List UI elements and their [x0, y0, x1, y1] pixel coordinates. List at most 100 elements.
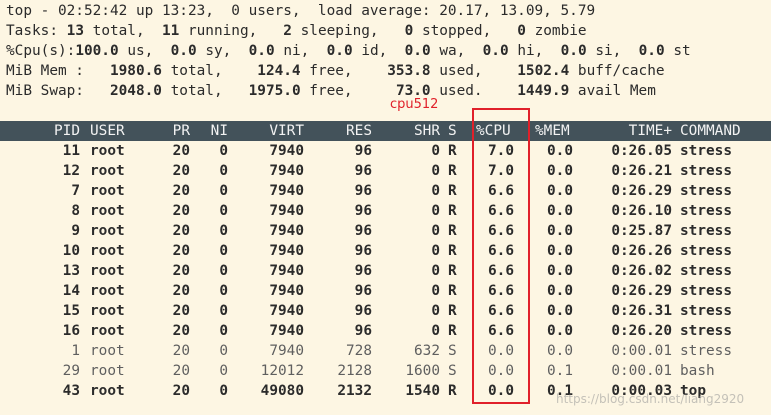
- cell-mem: 0.0: [547, 243, 573, 259]
- cell-shr: 1540: [405, 383, 440, 399]
- cell-mem: 0.0: [547, 263, 573, 279]
- mem-total-label: total,: [170, 63, 223, 79]
- col-mem[interactable]: %MEM: [535, 121, 585, 141]
- cell-priority: 20: [172, 163, 190, 179]
- cell-pid: 14: [62, 283, 80, 299]
- cell-priority: 20: [172, 343, 190, 359]
- cpu-us-label: us,: [127, 43, 154, 59]
- cell-shr: 0: [431, 263, 440, 279]
- cell-virt: 7940: [269, 203, 304, 219]
- cell-shr: 0: [431, 243, 440, 259]
- cell-time: 0:26.10: [611, 203, 672, 219]
- col-pr[interactable]: PR: [150, 121, 190, 141]
- cpu-label: %Cpu(s):: [6, 43, 76, 59]
- col-virt[interactable]: VIRT: [228, 121, 304, 141]
- mem-free-value: 124.4: [257, 63, 301, 79]
- mem-buff-value: 1502.4: [517, 63, 570, 79]
- cell-command: stress: [680, 143, 732, 159]
- cell-command: stress: [680, 283, 732, 299]
- cell-user: root: [90, 303, 125, 319]
- cpu-column-highlight-box: [472, 108, 530, 404]
- cell-priority: 20: [172, 323, 190, 339]
- col-pid[interactable]: PID: [0, 121, 80, 141]
- cell-mem: 0.0: [547, 223, 573, 239]
- cell-time: 0:26.05: [611, 143, 672, 159]
- swap-used-label: used.: [439, 83, 483, 99]
- process-row[interactable]: 16 root 20 0 7940 96 0 R 6.6 0.0 0:26.20 stress: [0, 321, 771, 341]
- cell-state: R: [448, 243, 457, 259]
- process-row[interactable]: 10 root 20 0 7940 96 0 R 6.6 0.0 0:26.26 stress: [0, 241, 771, 261]
- col-user[interactable]: USER: [90, 121, 150, 141]
- cpu-sy-label: sy,: [205, 43, 232, 59]
- tasks-running-label: running,: [187, 23, 258, 39]
- cell-nice: 0: [219, 283, 228, 299]
- cpu-st-label: st: [673, 43, 691, 59]
- mem-free-label: free,: [309, 63, 353, 79]
- process-row[interactable]: 29 root 20 0 12012 2128 1600 S 0.0 0.1 0:00.01 bash: [0, 361, 771, 381]
- cpu-wa-value: 0.0: [404, 43, 431, 59]
- process-row[interactable]: 7 root 20 0 7940 96 0 R 6.6 0.0 0:26.29 stress: [0, 181, 771, 201]
- cell-res: 96: [354, 203, 372, 219]
- col-ni[interactable]: NI: [190, 121, 228, 141]
- cell-pid: 11: [62, 143, 80, 159]
- tasks-zombie-label: zombie: [534, 23, 587, 39]
- cell-pid: 7: [71, 183, 80, 199]
- cell-res: 96: [354, 303, 372, 319]
- cpu-ni-value: 0.0: [248, 43, 275, 59]
- cell-virt: 7940: [269, 323, 304, 339]
- col-shr[interactable]: SHR: [372, 121, 440, 141]
- col-command[interactable]: COMMAND: [680, 121, 771, 141]
- cell-state: R: [448, 163, 457, 179]
- cpu-ni-label: ni,: [283, 43, 310, 59]
- swap-total-label: total,: [170, 83, 223, 99]
- cell-shr: 0: [431, 283, 440, 299]
- process-row[interactable]: 11 root 20 0 7940 96 0 R 7.0 0.0 0:26.05 stress: [0, 141, 771, 161]
- cell-user: root: [90, 283, 125, 299]
- col-res[interactable]: RES: [304, 121, 372, 141]
- process-row[interactable]: 15 root 20 0 7940 96 0 R 6.6 0.0 0:26.31 stress: [0, 301, 771, 321]
- cpu-id-label: id,: [361, 43, 388, 59]
- tasks-zombie-value: 0: [517, 23, 526, 39]
- process-row[interactable]: 12 root 20 0 7940 96 0 R 7.0 0.0 0:26.21 stress: [0, 161, 771, 181]
- mem-used-value: 353.8: [387, 63, 431, 79]
- cell-command: stress: [680, 243, 732, 259]
- col-state[interactable]: S: [448, 121, 462, 141]
- cell-virt: 49080: [260, 383, 304, 399]
- cpu-us-value: 100.0: [75, 43, 119, 59]
- process-row[interactable]: 1 root 20 0 7940 728 632 S 0.0 0.0 0:00.01 stress: [0, 341, 771, 361]
- mem-used-label: used,: [439, 63, 483, 79]
- cell-shr: 0: [431, 143, 440, 159]
- cell-pid: 13: [62, 263, 80, 279]
- swap-free-label: free,: [309, 83, 353, 99]
- cell-priority: 20: [172, 303, 190, 319]
- cell-mem: 0.1: [547, 363, 573, 379]
- cell-nice: 0: [219, 203, 228, 219]
- cell-user: root: [90, 343, 125, 359]
- process-table-header: PID USER PR NI VIRT RES SHR S %CPU %MEM …: [0, 121, 771, 141]
- cell-virt: 7940: [269, 163, 304, 179]
- cell-res: 96: [354, 243, 372, 259]
- cpu512-annotation: cpu512: [390, 97, 439, 112]
- swap-free-value: 1975.0: [248, 83, 301, 99]
- cell-virt: 7940: [269, 183, 304, 199]
- cpu-st-value: 0.0: [638, 43, 665, 59]
- cell-nice: 0: [219, 163, 228, 179]
- cell-shr: 0: [431, 203, 440, 219]
- tasks-total-label: total,: [92, 23, 145, 39]
- cell-state: R: [448, 263, 457, 279]
- cell-priority: 20: [172, 263, 190, 279]
- process-row[interactable]: 14 root 20 0 7940 96 0 R 6.6 0.0 0:26.29 stress: [0, 281, 771, 301]
- cell-virt: 12012: [260, 363, 304, 379]
- cell-res: 96: [354, 263, 372, 279]
- process-row[interactable]: 9 root 20 0 7940 96 0 R 6.6 0.0 0:25.87 stress: [0, 221, 771, 241]
- cell-nice: 0: [219, 243, 228, 259]
- cell-res: 2132: [337, 383, 372, 399]
- process-row[interactable]: 13 root 20 0 7940 96 0 R 6.6 0.0 0:26.02 stress: [0, 261, 771, 281]
- col-time[interactable]: TIME+: [590, 121, 672, 141]
- cell-mem: 0.0: [547, 183, 573, 199]
- process-row[interactable]: 8 root 20 0 7940 96 0 R 6.6 0.0 0:26.10 stress: [0, 201, 771, 221]
- cell-command: stress: [680, 303, 732, 319]
- cell-priority: 20: [172, 283, 190, 299]
- cell-time: 0:00.01: [611, 343, 672, 359]
- cell-shr: 0: [431, 323, 440, 339]
